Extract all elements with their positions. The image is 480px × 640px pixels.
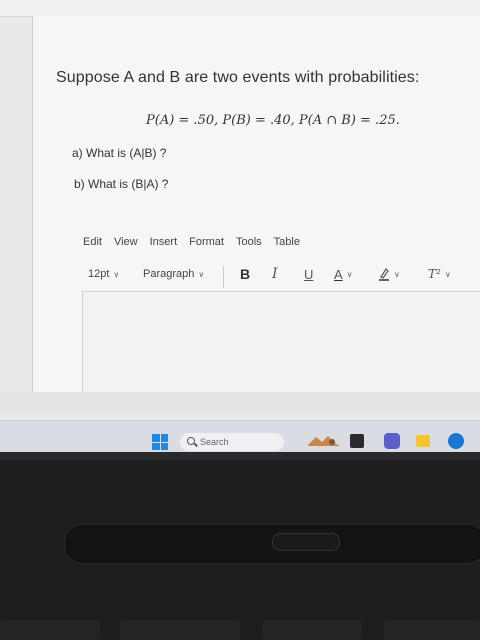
font-size-value: 12pt bbox=[88, 268, 110, 280]
windows-start-icon[interactable] bbox=[152, 434, 168, 450]
block-format-select[interactable]: Paragraph ∨ bbox=[143, 268, 204, 280]
menu-insert[interactable]: Insert bbox=[150, 236, 178, 248]
folder-icon[interactable] bbox=[416, 435, 430, 447]
text-color-icon: A bbox=[334, 267, 343, 282]
italic-button[interactable]: I bbox=[272, 266, 278, 282]
font-size-select[interactable]: 12pt ∨ bbox=[88, 268, 119, 280]
screen: Suppose A and B are two events with prob… bbox=[0, 0, 480, 452]
menu-format[interactable]: Format bbox=[189, 236, 224, 248]
chevron-down-icon: ∨ bbox=[113, 269, 120, 279]
menu-edit[interactable]: Edit bbox=[83, 236, 102, 248]
editor-menubar: Edit View Insert Format Tools Table bbox=[83, 236, 312, 248]
probability-formula: P(A) = .50, P(B) = .40, P(A ∩ B) = .25. bbox=[146, 113, 400, 128]
taskbar-search[interactable]: Search bbox=[180, 433, 284, 451]
italic-icon: I bbox=[272, 266, 278, 282]
chevron-down-icon: ∨ bbox=[394, 269, 400, 279]
highlight-button[interactable]: ∨ bbox=[378, 267, 400, 281]
toolbar-divider bbox=[223, 266, 224, 288]
top-strip bbox=[0, 0, 480, 17]
menu-view[interactable]: View bbox=[114, 236, 138, 248]
part-b-question: b) What is (B|A) ? bbox=[74, 177, 169, 191]
underline-icon: U bbox=[304, 267, 314, 282]
editor-toolbar: 12pt ∨ Paragraph ∨ B I U A ∨ ∨ T² ∨ bbox=[88, 266, 480, 288]
bold-button[interactable]: B bbox=[240, 266, 250, 282]
answer-text-area[interactable] bbox=[82, 291, 480, 392]
stylus-clip bbox=[272, 533, 340, 551]
page-background bbox=[0, 392, 480, 412]
edge-icon[interactable] bbox=[448, 433, 464, 449]
taskbar-search-label: Search bbox=[200, 437, 229, 447]
search-icon bbox=[187, 437, 195, 445]
widget-icon[interactable] bbox=[306, 433, 342, 449]
question-text: Suppose A and B are two events with prob… bbox=[56, 69, 420, 86]
text-color-button[interactable]: A ∨ bbox=[334, 267, 353, 282]
chevron-down-icon: ∨ bbox=[444, 269, 451, 279]
bold-icon: B bbox=[240, 266, 251, 282]
underline-button[interactable]: U bbox=[304, 267, 313, 282]
windows-taskbar: Search bbox=[0, 420, 480, 452]
file-explorer-icon[interactable] bbox=[350, 434, 364, 448]
chevron-down-icon: ∨ bbox=[346, 270, 353, 279]
keyboard-edge bbox=[0, 614, 480, 640]
teams-icon[interactable] bbox=[384, 433, 400, 449]
part-a-question: a) What is (A|B) ? bbox=[72, 146, 167, 160]
superscript-button[interactable]: T² ∨ bbox=[428, 267, 451, 281]
menu-table[interactable]: Table bbox=[274, 236, 300, 248]
block-format-value: Paragraph bbox=[143, 268, 195, 280]
superscript-icon: T² bbox=[428, 267, 441, 281]
menu-tools[interactable]: Tools bbox=[236, 236, 262, 248]
chevron-down-icon: ∨ bbox=[198, 269, 205, 279]
highlighter-icon bbox=[379, 268, 389, 281]
